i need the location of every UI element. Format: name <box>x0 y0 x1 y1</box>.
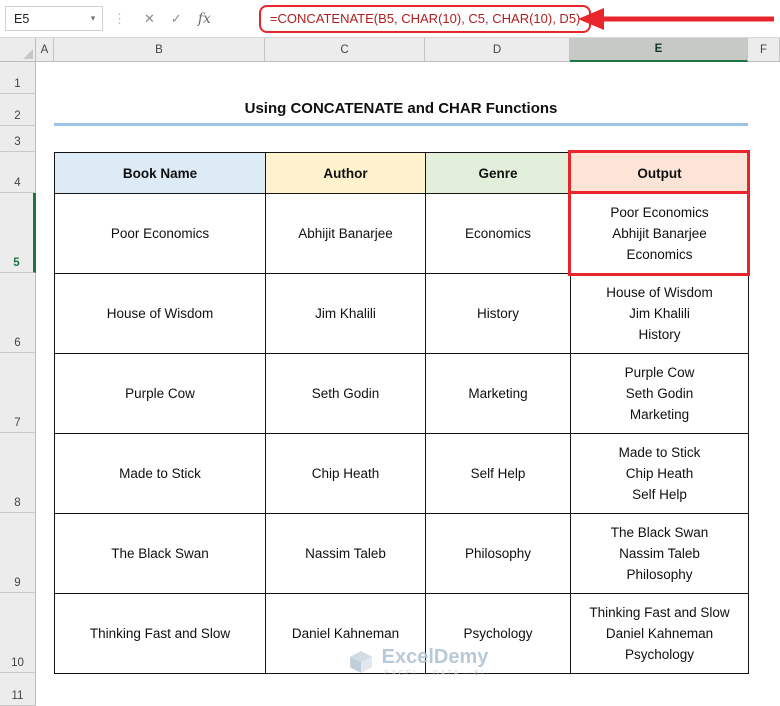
column-header-B[interactable]: B <box>54 38 265 62</box>
cell-author-row6[interactable]: Jim Khalili <box>266 274 426 354</box>
row-header-3[interactable]: 3 <box>0 126 36 152</box>
cell-output-row8[interactable]: Made to Stick Chip Heath Self Help <box>571 434 749 514</box>
cell-book-row5[interactable]: Poor Economics <box>55 194 266 274</box>
row-header-11[interactable]: 11 <box>0 673 36 706</box>
row-header-4[interactable]: 4 <box>0 152 36 193</box>
output-line: Psychology <box>624 647 695 662</box>
table-header-output[interactable]: Output <box>571 153 749 194</box>
cell-genre-row9[interactable]: Philosophy <box>426 514 571 594</box>
insert-function-icon[interactable]: fx <box>190 11 219 27</box>
output-line: Marketing <box>629 407 690 422</box>
sheet-cells: Using CONCATENATE and CHAR Functions Boo… <box>36 62 780 706</box>
cell-book-row6[interactable]: House of Wisdom <box>55 274 266 354</box>
output-line: Purple Cow <box>624 365 695 380</box>
sheet-title[interactable]: Using CONCATENATE and CHAR Functions <box>54 94 748 126</box>
cell-genre-row5[interactable]: Economics <box>426 194 571 274</box>
cell-genre-row8[interactable]: Self Help <box>426 434 571 514</box>
column-header-D[interactable]: D <box>425 38 570 62</box>
cell-author-row10[interactable]: Daniel Kahneman <box>266 594 426 674</box>
output-line: House of Wisdom <box>606 285 713 300</box>
select-all-corner[interactable] <box>0 38 36 62</box>
cell-book-row10[interactable]: Thinking Fast and Slow <box>55 594 266 674</box>
row-header-9[interactable]: 9 <box>0 513 36 593</box>
cell-output-row7[interactable]: Purple Cow Seth Godin Marketing <box>571 354 749 434</box>
row-header-2[interactable]: 2 <box>0 94 36 126</box>
row-header-7[interactable]: 7 <box>0 353 36 433</box>
cell-author-row8[interactable]: Chip Heath <box>266 434 426 514</box>
column-header-C[interactable]: C <box>265 38 425 62</box>
cell-author-row9[interactable]: Nassim Taleb <box>266 514 426 594</box>
enter-icon[interactable]: ✓ <box>163 11 190 27</box>
row-header-1[interactable]: 1 <box>0 62 36 94</box>
table-header-genre[interactable]: Genre <box>426 153 571 194</box>
output-line: Poor Economics <box>610 205 709 220</box>
cell-author-row7[interactable]: Seth Godin <box>266 354 426 434</box>
row-header-5[interactable]: 5 <box>0 193 36 273</box>
output-line: Thinking Fast and Slow <box>589 605 730 620</box>
excel-window: E5 ▾ ⋮ ✕ ✓ fx =CONCATENATE(B5, CHAR(10),… <box>0 0 780 706</box>
cell-genre-row6[interactable]: History <box>426 274 571 354</box>
cell-genre-row10[interactable]: Psychology <box>426 594 571 674</box>
output-line: Nassim Taleb <box>619 546 700 561</box>
cell-book-row8[interactable]: Made to Stick <box>55 434 266 514</box>
output-line: Philosophy <box>626 567 693 582</box>
row-header-10[interactable]: 10 <box>0 593 36 673</box>
name-box-value: E5 <box>14 11 30 26</box>
table-header-book-name[interactable]: Book Name <box>55 153 266 194</box>
formula-input[interactable]: =CONCATENATE(B5, CHAR(10), C5, CHAR(10),… <box>270 11 581 26</box>
output-line: Made to Stick <box>618 445 701 460</box>
name-box-dropdown-icon[interactable]: ▾ <box>84 13 102 24</box>
cell-output-row10[interactable]: Thinking Fast and Slow Daniel Kahneman Psy… <box>571 594 749 674</box>
cell-book-row7[interactable]: Purple Cow <box>55 354 266 434</box>
cell-genre-row7[interactable]: Marketing <box>426 354 571 434</box>
book-table: Book Name Author Genre Output Poor Economics… <box>54 152 749 674</box>
output-line: Economics <box>626 247 693 262</box>
output-line: Abhijit Banarjee <box>612 226 707 241</box>
cancel-icon[interactable]: ✕ <box>136 11 163 27</box>
column-headers: ABCDEF <box>36 38 780 62</box>
output-line: Jim Khalili <box>629 306 690 321</box>
cell-book-row9[interactable]: The Black Swan <box>55 514 266 594</box>
row-header-6[interactable]: 6 <box>0 273 36 353</box>
output-line: Self Help <box>632 487 687 502</box>
row-headers: 1 2 3 4 5 6 7 8 9 10 11 <box>0 62 36 706</box>
formula-bar: E5 ▾ ⋮ ✕ ✓ fx =CONCATENATE(B5, CHAR(10),… <box>0 0 780 38</box>
output-line: The Black Swan <box>610 525 709 540</box>
column-header-E[interactable]: E <box>570 38 748 62</box>
cell-author-row5[interactable]: Abhijit Banarjee <box>266 194 426 274</box>
column-header-A[interactable]: A <box>36 38 54 62</box>
annotation-arrow-icon <box>578 8 774 30</box>
output-line: Seth Godin <box>625 386 694 401</box>
output-line: Daniel Kahneman <box>605 626 714 641</box>
cell-output-row6[interactable]: House of Wisdom Jim Khalili History <box>571 274 749 354</box>
name-box[interactable]: E5 ▾ <box>5 6 103 31</box>
sheet-area: ABCDEF 1 2 3 4 5 6 7 8 9 10 11 Using CONCATENATE a… <box>0 38 780 706</box>
formula-bar-divider-icon: ⋮ <box>113 10 126 26</box>
column-header-F[interactable]: F <box>748 38 780 62</box>
cell-output-row9[interactable]: The Black Swan Nassim Taleb Philosophy <box>571 514 749 594</box>
output-line: Chip Heath <box>625 466 694 481</box>
cell-output-row5[interactable]: Poor Economics Abhijit Banarjee Economics <box>571 194 749 274</box>
table-header-author[interactable]: Author <box>266 153 426 194</box>
formula-annotation-box: =CONCATENATE(B5, CHAR(10), C5, CHAR(10),… <box>258 4 592 33</box>
output-line: History <box>638 327 681 342</box>
row-header-8[interactable]: 8 <box>0 433 36 513</box>
